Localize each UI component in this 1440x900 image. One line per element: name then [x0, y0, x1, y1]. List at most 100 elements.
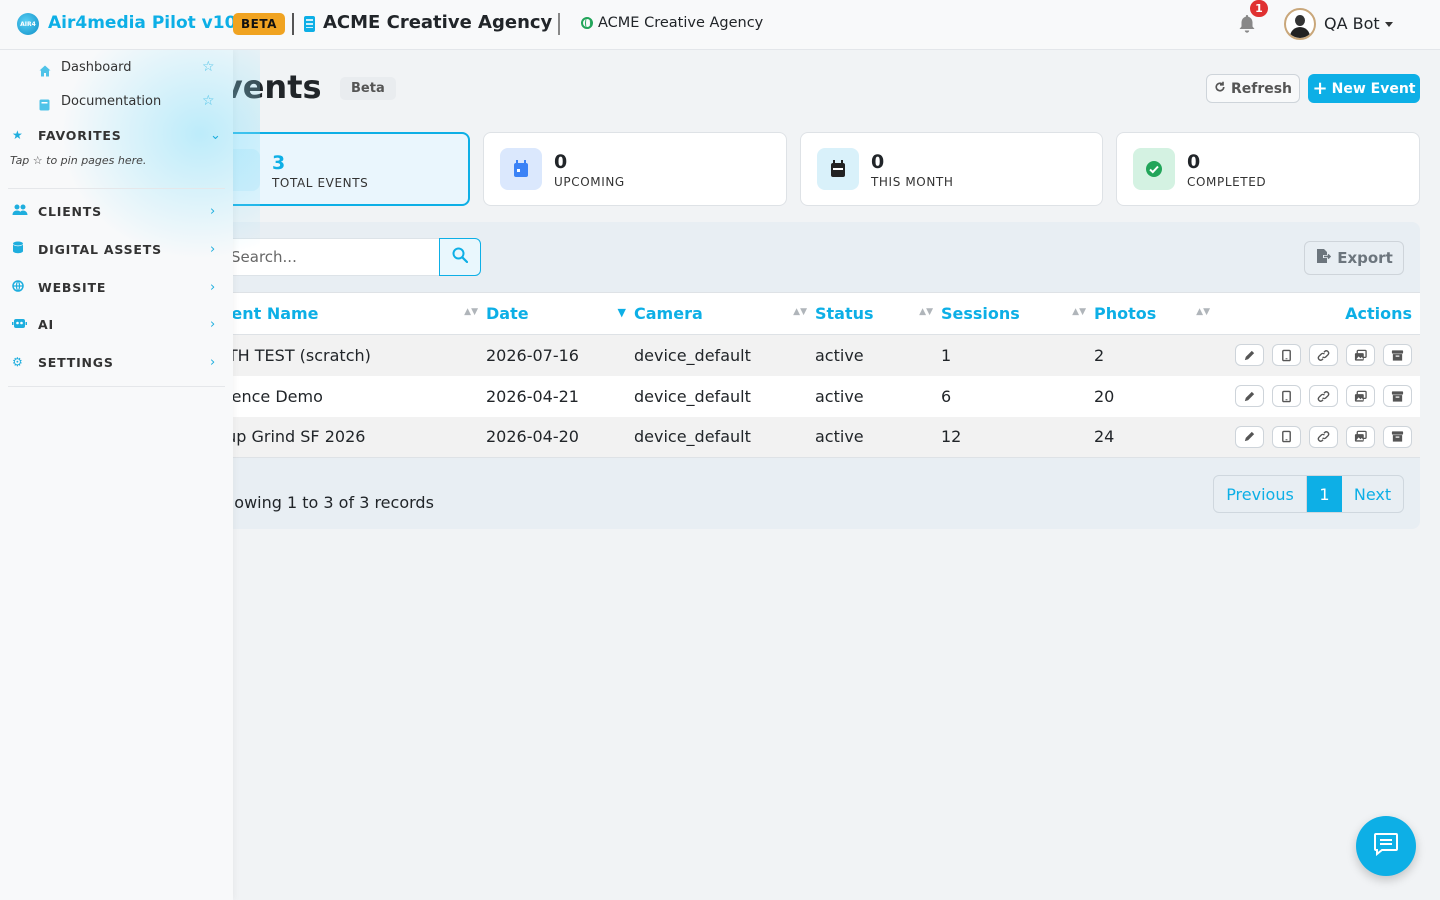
- star-icon[interactable]: ☆: [202, 59, 215, 75]
- divider: [8, 188, 225, 189]
- search-input[interactable]: [201, 239, 439, 275]
- cell-photos: 24: [1094, 427, 1115, 447]
- archive-button[interactable]: [1383, 425, 1412, 448]
- link-button[interactable]: [1309, 344, 1338, 367]
- col-event-name[interactable]: Event Name ▲▼: [200, 292, 486, 335]
- col-photos[interactable]: Photos ▲▼: [1094, 292, 1218, 335]
- row-actions: [1218, 385, 1420, 407]
- row-actions: [1218, 425, 1420, 448]
- building-icon: [304, 16, 315, 32]
- col-date[interactable]: Date ▼: [486, 292, 634, 335]
- avatar[interactable]: [1284, 8, 1316, 40]
- col-camera[interactable]: Camera ▲▼: [634, 292, 815, 335]
- images-button[interactable]: [1346, 425, 1375, 448]
- col-sessions[interactable]: Sessions ▲▼: [941, 292, 1094, 335]
- stat-value: 0: [871, 151, 885, 173]
- cell-actions: [1218, 376, 1420, 417]
- table-row[interactable]: BOOTH TEST (scratch) 2026-07-16 device_def…: [200, 334, 1420, 376]
- chevron-right-icon: ›: [210, 316, 216, 332]
- refresh-button[interactable]: Refresh: [1206, 74, 1300, 103]
- chevron-right-icon: ›: [210, 203, 216, 219]
- brand-logo[interactable]: AIR4: [17, 13, 39, 35]
- chat-icon: [1373, 832, 1399, 860]
- section-label: DIGITAL ASSETS: [38, 241, 162, 257]
- brand-name[interactable]: Air4media Pilot v10: [48, 13, 236, 33]
- search-icon: [452, 247, 469, 267]
- cell-date: 2026-07-16: [486, 345, 579, 365]
- sidebar-item-dashboard[interactable]: Dashboard ☆: [0, 50, 233, 84]
- edit-button[interactable]: [1235, 344, 1264, 367]
- sidebar-section-ai[interactable]: AI ›: [0, 305, 233, 343]
- user-menu[interactable]: QA Bot: [1324, 14, 1380, 33]
- col-status[interactable]: Status ▲▼: [815, 292, 941, 335]
- sort-icon: ▲▼: [1072, 307, 1086, 317]
- sidebar-section-clients[interactable]: CLIENTS ›: [0, 192, 233, 230]
- book-icon: [39, 96, 50, 110]
- new-event-button[interactable]: + New Event: [1308, 74, 1420, 103]
- sidebar-section-website[interactable]: WEBSITE ›: [0, 268, 233, 306]
- edit-button[interactable]: [1235, 385, 1264, 407]
- database-icon: [12, 241, 24, 257]
- site-selector[interactable]: ACME Creative Agency: [598, 15, 763, 31]
- divider: [292, 13, 294, 35]
- section-label: SETTINGS: [38, 354, 114, 370]
- events-table: Event Name ▲▼ Date ▼ Camera ▲▼ Status ▲▼ Ses…: [200, 292, 1420, 458]
- sidebar-item-documentation[interactable]: Documentation ☆: [0, 84, 233, 118]
- section-label: FAVORITES: [38, 127, 122, 143]
- caret-down-icon[interactable]: [1385, 22, 1393, 27]
- star-icon[interactable]: ☆: [202, 93, 215, 109]
- sidebar-section-favorites[interactable]: ★ FAVORITES ⌄: [0, 116, 233, 154]
- calendar-icon: [500, 148, 542, 190]
- divider: [558, 13, 560, 35]
- tablet-icon: [1280, 349, 1293, 362]
- cell-date: 2026-04-21: [486, 386, 579, 406]
- stat-card-completed[interactable]: 0 COMPLETED: [1116, 132, 1420, 206]
- images-button[interactable]: [1346, 385, 1375, 407]
- export-label: Export: [1337, 249, 1393, 267]
- stat-card-upcoming[interactable]: 0 UPCOMING: [483, 132, 787, 206]
- chevron-right-icon: ›: [210, 354, 216, 370]
- cell-sessions: 1: [941, 345, 952, 365]
- link-button[interactable]: [1309, 425, 1338, 448]
- link-button[interactable]: [1309, 385, 1338, 407]
- cell-actions: [1218, 335, 1420, 376]
- table-row[interactable]: Experience Demo 2026-04-21 device_default a…: [200, 375, 1420, 417]
- section-label: AI: [38, 316, 54, 332]
- table-row[interactable]: Startup Grind SF 2026 2026-04-20 device_de…: [200, 416, 1420, 458]
- previous-page-button[interactable]: Previous: [1214, 476, 1307, 512]
- stat-value: 0: [1187, 151, 1201, 173]
- globe-icon: [581, 17, 593, 29]
- refresh-label: Refresh: [1230, 80, 1293, 97]
- images-icon: [1354, 349, 1367, 362]
- tablet-button[interactable]: [1272, 425, 1301, 448]
- stat-card-total[interactable]: 3 TOTAL EVENTS: [200, 132, 470, 206]
- images-button[interactable]: [1346, 344, 1375, 367]
- sort-icon: ▲▼: [464, 307, 478, 317]
- sidebar-section-digital-assets[interactable]: DIGITAL ASSETS ›: [0, 230, 233, 268]
- tablet-button[interactable]: [1272, 385, 1301, 407]
- edit-button[interactable]: [1235, 425, 1264, 448]
- new-event-label: New Event: [1331, 80, 1416, 97]
- cell-status: active: [815, 345, 864, 365]
- home-icon: [39, 62, 51, 76]
- tablet-button[interactable]: [1272, 344, 1301, 367]
- edit-icon: [1243, 349, 1256, 362]
- link-icon: [1317, 430, 1330, 443]
- stat-card-this-month[interactable]: 0 THIS MONTH: [800, 132, 1103, 206]
- favorites-hint: Tap ☆ to pin pages here.: [10, 154, 147, 167]
- current-page-button[interactable]: 1: [1307, 476, 1342, 512]
- export-button[interactable]: Export: [1304, 241, 1404, 275]
- stat-label: TOTAL EVENTS: [272, 176, 369, 190]
- file-export-icon: [1315, 248, 1332, 268]
- archive-button[interactable]: [1383, 385, 1412, 407]
- top-navbar: AIR4 Air4media Pilot v10 BETA ACME Creat…: [0, 0, 1440, 50]
- archive-button[interactable]: [1383, 344, 1412, 367]
- agency-name[interactable]: ACME Creative Agency: [323, 12, 552, 33]
- sidebar-section-settings[interactable]: ⚙ SETTINGS ›: [0, 343, 233, 381]
- bell-icon[interactable]: [1238, 14, 1256, 33]
- next-page-button[interactable]: Next: [1342, 476, 1403, 512]
- sidebar-item-label: Documentation: [61, 93, 162, 109]
- chat-button[interactable]: [1356, 816, 1416, 876]
- images-icon: [1354, 430, 1367, 443]
- search-button[interactable]: [439, 238, 481, 276]
